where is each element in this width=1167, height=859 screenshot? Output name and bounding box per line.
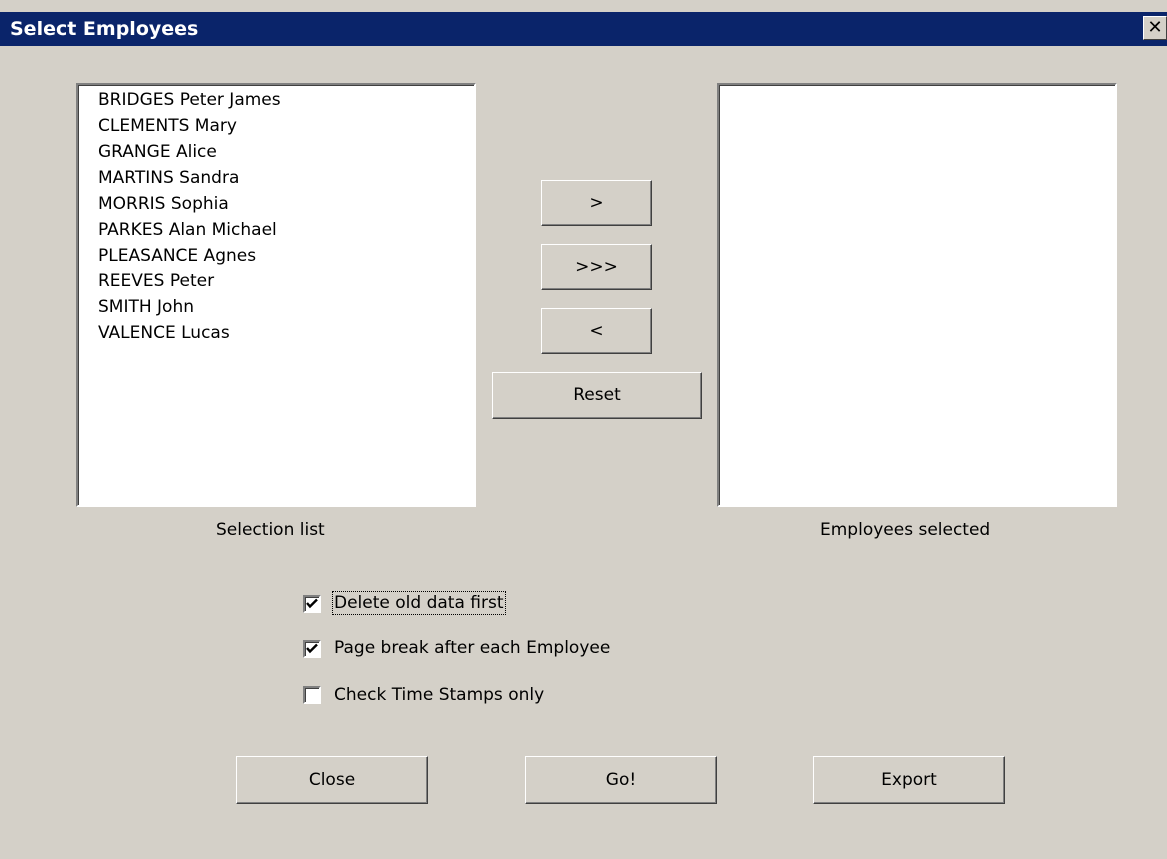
window-title: Select Employees (10, 18, 199, 40)
add-one-button[interactable]: > (541, 180, 652, 226)
close-button[interactable]: Close (236, 756, 428, 804)
list-item[interactable]: BRIDGES Peter James (98, 88, 281, 113)
reset-button[interactable]: Reset (492, 372, 702, 419)
list-item[interactable]: MORRIS Sophia (98, 192, 229, 217)
go-button[interactable]: Go! (525, 756, 717, 804)
checkmark-icon (306, 643, 318, 654)
delete-old-label[interactable]: Delete old data first (332, 591, 506, 615)
list-item[interactable]: CLEMENTS Mary (98, 114, 237, 139)
export-button[interactable]: Export (813, 756, 1005, 804)
list-item[interactable]: PARKES Alan Michael (98, 218, 277, 243)
page-break-label[interactable]: Page break after each Employee (334, 638, 610, 658)
list-item[interactable]: SMITH John (98, 295, 194, 320)
list-item[interactable]: GRANGE Alice (98, 140, 217, 165)
delete-old-checkbox[interactable] (303, 595, 321, 613)
add-all-button[interactable]: >>> (541, 244, 652, 290)
checkmark-icon (306, 598, 318, 609)
selection-list-caption: Selection list (216, 520, 325, 540)
remove-one-button[interactable]: < (541, 308, 652, 354)
page-break-checkbox[interactable] (303, 640, 321, 658)
selected-listbox[interactable] (717, 83, 1117, 507)
list-item[interactable]: VALENCE Lucas (98, 321, 230, 346)
list-item[interactable]: MARTINS Sandra (98, 166, 239, 191)
selection-listbox[interactable]: BRIDGES Peter James CLEMENTS Mary GRANGE… (76, 83, 476, 507)
title-bar: Select Employees ✕ (0, 12, 1167, 46)
selected-list-caption: Employees selected (820, 520, 991, 540)
time-stamps-label[interactable]: Check Time Stamps only (334, 685, 544, 705)
list-item[interactable]: PLEASANCE Agnes (98, 244, 256, 269)
close-icon[interactable]: ✕ (1143, 16, 1167, 40)
list-item[interactable]: REEVES Peter (98, 269, 214, 294)
time-stamps-checkbox[interactable] (303, 686, 321, 704)
